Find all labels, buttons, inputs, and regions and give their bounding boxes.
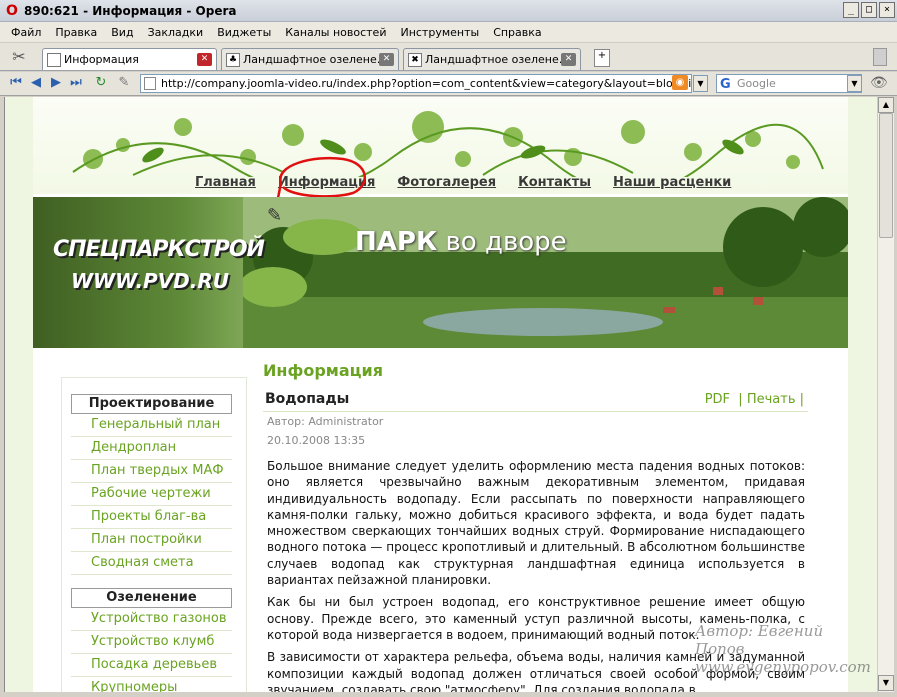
scroll-down-icon[interactable]: ▼ bbox=[878, 675, 894, 691]
article-tools: PDF | Печать | bbox=[705, 392, 804, 407]
tools-icon[interactable]: ✂ bbox=[8, 47, 30, 67]
brand-url: WWW.PVD.RU bbox=[71, 269, 230, 293]
brand-name: СПЕЦПАРКСТРОЙ bbox=[53, 237, 265, 262]
paragraph: Большое внимание следует уделить оформле… bbox=[267, 459, 805, 588]
close-tab-icon[interactable]: ✕ bbox=[197, 53, 212, 66]
page-title: Информация bbox=[263, 361, 383, 380]
tab-landshaft-1[interactable]: ♣ Ландшафтное озелене… ✕ bbox=[221, 48, 399, 70]
menu-view[interactable]: Вид bbox=[104, 26, 140, 39]
address-dropdown-icon[interactable]: ▼ bbox=[693, 75, 708, 92]
menu-title: Проектирование bbox=[71, 394, 232, 414]
eye-icon[interactable]: 👁 bbox=[870, 75, 888, 91]
sidebar-item[interactable]: План твердых МАФ bbox=[71, 460, 232, 483]
rewind-icon[interactable]: ⏮ bbox=[8, 75, 24, 91]
search-placeholder: Google bbox=[737, 77, 776, 90]
park-photo-icon bbox=[243, 197, 848, 348]
close-window-button[interactable]: × bbox=[879, 2, 895, 18]
article-author: Автор: Administrator bbox=[267, 415, 384, 428]
tab-bar: ✂ Информация ✕ ♣ Ландшафтное озелене… ✕ … bbox=[0, 43, 897, 71]
red-circle-annotation bbox=[276, 156, 367, 199]
nav-contacts[interactable]: Контакты bbox=[518, 175, 591, 190]
address-field[interactable]: http://company.joomla-video.ru/index.php… bbox=[140, 74, 692, 93]
sidebar-item[interactable]: План постройки bbox=[71, 529, 232, 552]
vertical-scrollbar[interactable]: ▲ ▼ bbox=[877, 97, 894, 692]
slogan-rest: во дворе bbox=[437, 227, 567, 257]
scroll-up-icon[interactable]: ▲ bbox=[878, 97, 894, 113]
tab-label: Ландшафтное озелене… bbox=[425, 53, 561, 66]
nav-gallery[interactable]: Фотогалерея bbox=[397, 175, 496, 190]
separator: | bbox=[795, 392, 804, 407]
search-engine-dropdown-icon[interactable]: ▼ bbox=[847, 75, 862, 92]
sidebar-item[interactable]: Дендроплан bbox=[71, 437, 232, 460]
close-tab-icon[interactable]: ✕ bbox=[561, 53, 576, 66]
close-tab-icon[interactable]: ✕ bbox=[379, 53, 394, 66]
print-link[interactable]: Печать bbox=[747, 392, 796, 407]
trash-icon[interactable] bbox=[873, 48, 887, 66]
menu-landscaping: Озеленение Устройство газонов Устройство… bbox=[71, 588, 232, 692]
menu-bar: Файл Правка Вид Закладки Виджеты Каналы … bbox=[0, 22, 897, 43]
window-title: 890:621 - Информация - Opera bbox=[24, 3, 237, 18]
nav-prices[interactable]: Наши расценки bbox=[613, 175, 731, 190]
page-icon bbox=[144, 77, 156, 90]
google-icon: G bbox=[720, 77, 731, 92]
sidebar-item[interactable]: Сводная смета bbox=[71, 552, 232, 575]
forward-icon[interactable]: ▶ bbox=[48, 75, 64, 91]
sidebar-item[interactable]: Генеральный план bbox=[71, 414, 232, 437]
page-icon bbox=[47, 52, 61, 67]
minimize-button[interactable]: _ bbox=[843, 2, 859, 18]
sidebar-item[interactable]: Крупномеры bbox=[71, 677, 232, 692]
sidebar-item[interactable]: Устройство газонов bbox=[71, 608, 232, 631]
tab-landshaft-2[interactable]: ✖ Ландшафтное озелене… ✕ bbox=[403, 48, 581, 70]
back-icon[interactable]: ◀ bbox=[28, 75, 44, 91]
article-date: 20.10.2008 13:35 bbox=[267, 434, 366, 447]
article-title: Водопады bbox=[265, 391, 350, 407]
separator: | bbox=[734, 392, 747, 407]
rss-feed-icon[interactable]: ◉ bbox=[672, 75, 688, 90]
divider bbox=[263, 411, 808, 412]
page-margin-right bbox=[848, 97, 877, 692]
fast-forward-icon[interactable]: ⏭ bbox=[68, 75, 84, 91]
tab-label: Ландшафтное озелене… bbox=[243, 53, 379, 66]
maximize-button[interactable]: □ bbox=[861, 2, 877, 18]
tab-informaciya[interactable]: Информация ✕ bbox=[42, 48, 217, 70]
search-input[interactable]: G Google bbox=[716, 74, 862, 93]
slogan-bold: ПАРК bbox=[355, 227, 438, 257]
address-text: http://company.joomla-video.ru/index.php… bbox=[161, 77, 692, 90]
tab-label: Информация bbox=[64, 53, 139, 66]
pdf-link[interactable]: PDF bbox=[705, 392, 730, 407]
page-viewport: Главная Информация Фотогалерея Контакты … bbox=[4, 97, 877, 692]
edit-page-icon[interactable]: ✎ bbox=[116, 75, 132, 91]
watermark-line: Автор: Евгений Попов bbox=[695, 622, 824, 658]
watermark-line: www.evgenypopov.com bbox=[695, 658, 871, 676]
site-favicon-icon: ✖ bbox=[408, 52, 422, 67]
menu-title: Озеленение bbox=[71, 588, 232, 608]
menu-widgets[interactable]: Виджеты bbox=[210, 26, 278, 39]
floral-ornament-icon bbox=[72, 111, 824, 177]
sidebar-item[interactable]: Посадка деревьев bbox=[71, 654, 232, 677]
menu-tools[interactable]: Инструменты bbox=[393, 26, 486, 39]
new-tab-icon[interactable]: + bbox=[594, 49, 610, 67]
menu-feeds[interactable]: Каналы новостей bbox=[278, 26, 393, 39]
address-toolbar: ⏮ ◀ ▶ ⏭ ↻ ✎ http://company.joomla-video.… bbox=[0, 72, 897, 96]
page-margin-left bbox=[5, 97, 33, 692]
opera-icon: O bbox=[6, 2, 18, 19]
nav-home[interactable]: Главная bbox=[195, 175, 256, 190]
menu-bookmarks[interactable]: Закладки bbox=[141, 26, 211, 39]
menu-design: Проектирование Генеральный план Дендропл… bbox=[71, 394, 232, 575]
menu-help[interactable]: Справка bbox=[486, 26, 548, 39]
sidebar-item[interactable]: Проекты благ-ва bbox=[71, 506, 232, 529]
title-bar: O 890:621 - Информация - Opera _ □ × bbox=[0, 0, 897, 22]
banner-slogan: ПАРК во дворе bbox=[355, 227, 567, 257]
menu-file[interactable]: Файл bbox=[4, 26, 48, 39]
site-banner: СПЕЦПАРКСТРОЙ WWW.PVD.RU ПАРК во дворе bbox=[33, 197, 848, 348]
reload-icon[interactable]: ↻ bbox=[93, 75, 109, 91]
scroll-thumb[interactable] bbox=[879, 113, 893, 238]
pen-cursor-icon: ✎ bbox=[267, 205, 283, 226]
site-favicon-icon: ♣ bbox=[226, 52, 240, 67]
menu-edit[interactable]: Правка bbox=[48, 26, 104, 39]
status-bar bbox=[0, 692, 897, 697]
sidebar-item[interactable]: Устройство клумб bbox=[71, 631, 232, 654]
sidebar-item[interactable]: Рабочие чертежи bbox=[71, 483, 232, 506]
author-watermark: Автор: Евгений Попов www.evgenypopov.com bbox=[695, 622, 877, 676]
